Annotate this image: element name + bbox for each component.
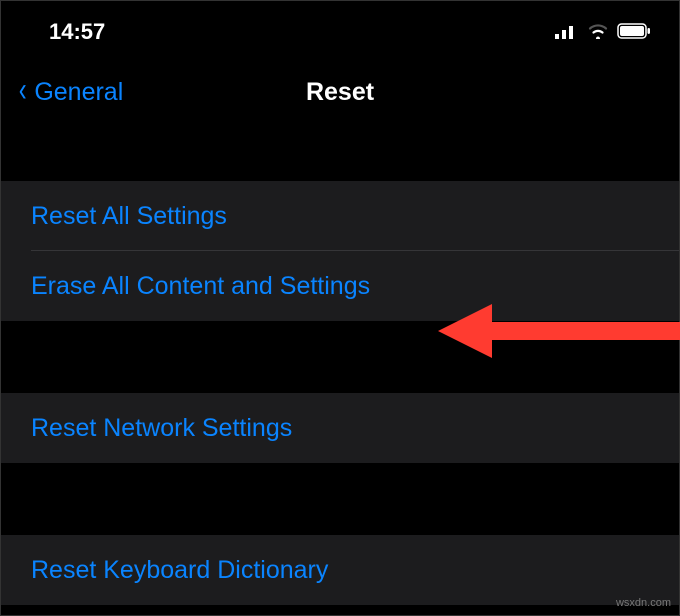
nav-bar: ‹ General Reset xyxy=(1,63,679,121)
row-label: Reset Keyboard Dictionary xyxy=(31,556,328,585)
group-spacer xyxy=(1,321,679,393)
settings-group: Reset All Settings Erase All Content and… xyxy=(1,181,679,321)
wifi-icon xyxy=(587,19,609,45)
row-label: Reset Network Settings xyxy=(31,414,292,443)
settings-group: Reset Network Settings xyxy=(1,393,679,463)
back-label: General xyxy=(34,78,123,107)
back-button[interactable]: ‹ General xyxy=(17,73,123,112)
status-icons xyxy=(555,19,651,45)
watermark: wsxdn.com xyxy=(616,597,671,609)
erase-all-content-row[interactable]: Erase All Content and Settings xyxy=(1,251,679,321)
page-title: Reset xyxy=(306,78,374,107)
cellular-icon xyxy=(555,19,579,45)
group-spacer xyxy=(1,463,679,535)
reset-all-settings-row[interactable]: Reset All Settings xyxy=(1,181,679,251)
settings-group: Reset Keyboard Dictionary xyxy=(1,535,679,605)
chevron-left-icon: ‹ xyxy=(19,71,27,110)
status-bar: 14:57 xyxy=(1,1,679,63)
reset-keyboard-dictionary-row[interactable]: Reset Keyboard Dictionary xyxy=(1,535,679,605)
status-time: 14:57 xyxy=(49,19,105,45)
battery-icon xyxy=(617,19,651,45)
reset-network-settings-row[interactable]: Reset Network Settings xyxy=(1,393,679,463)
row-label: Reset All Settings xyxy=(31,202,227,231)
row-label: Erase All Content and Settings xyxy=(31,272,370,301)
group-spacer xyxy=(1,121,679,181)
